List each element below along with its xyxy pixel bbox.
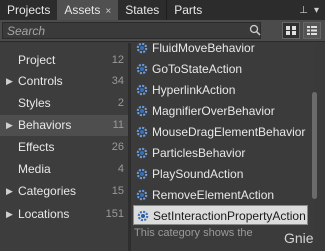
- asset-label: MouseDragElementBehavior: [152, 125, 306, 139]
- asset-item[interactable]: MagnifierOverBehavior: [131, 101, 314, 121]
- asset-item[interactable]: PlaySoundAction: [131, 164, 314, 184]
- category-label: Categories: [18, 184, 77, 198]
- gear-icon: [136, 147, 148, 159]
- category-label: Media: [18, 162, 51, 176]
- asset-item[interactable]: GoToStateAction: [131, 59, 314, 79]
- tab-assets[interactable]: Assets ×: [57, 0, 119, 20]
- category-effects[interactable]: Effects 26: [0, 137, 128, 158]
- tab-projects[interactable]: Projects: [0, 0, 57, 20]
- category-styles[interactable]: Styles 2: [0, 93, 128, 114]
- asset-item[interactable]: ParticlesBehavior: [131, 143, 314, 163]
- category-count: 4: [117, 163, 124, 175]
- category-label: Effects: [18, 140, 55, 154]
- category-count: 2: [117, 97, 124, 109]
- category-count: 151: [105, 208, 124, 220]
- grid-view-button[interactable]: [282, 22, 300, 39]
- asset-label: GoToStateAction: [152, 62, 243, 76]
- gear-icon: [136, 168, 148, 180]
- category-count: 34: [111, 75, 124, 87]
- gear-icon: [136, 189, 148, 201]
- category-label: Styles: [18, 96, 51, 110]
- search-bar: [0, 20, 325, 42]
- expand-arrow-icon[interactable]: ▶: [6, 71, 13, 92]
- category-list: Project 12 ▶ Controls 34 Styles 2 ▶ Beha…: [0, 43, 128, 251]
- scrollbar-thumb[interactable]: [312, 92, 317, 199]
- gear-icon: [136, 63, 148, 75]
- asset-item[interactable]: RemoveElementAction: [131, 185, 314, 205]
- category-description: This category shows the: [134, 227, 253, 239]
- expand-arrow-icon[interactable]: ▶: [6, 204, 13, 225]
- pin-icon[interactable]: ⊥: [299, 5, 308, 16]
- search-input[interactable]: [2, 22, 261, 39]
- asset-label: SetInteractionPropertyAction: [153, 209, 306, 223]
- category-project[interactable]: Project 12: [0, 50, 128, 71]
- asset-item[interactable]: HyperlinkAction: [131, 80, 314, 100]
- category-controls[interactable]: ▶ Controls 34: [0, 71, 128, 92]
- category-count: 11: [112, 119, 124, 131]
- grid-icon: [286, 26, 296, 35]
- category-label: Controls: [18, 74, 63, 88]
- tab-parts[interactable]: Parts: [166, 0, 209, 20]
- gear-icon: [136, 126, 148, 138]
- category-label: Project: [18, 53, 56, 67]
- gear-icon: [137, 210, 149, 222]
- gear-icon: [136, 105, 148, 117]
- asset-label: RemoveElementAction: [152, 188, 275, 202]
- panel-controls: ⊥ ▾: [299, 0, 325, 20]
- category-count: 15: [111, 185, 124, 197]
- close-icon[interactable]: ×: [105, 6, 111, 17]
- category-count: 12: [111, 54, 124, 66]
- tab-states[interactable]: States: [118, 0, 166, 20]
- category-categories[interactable]: ▶ Categories 15: [0, 181, 128, 202]
- watermark: Gnie: [284, 230, 314, 246]
- category-locations[interactable]: ▶ Locations 151: [0, 204, 128, 225]
- asset-label: HyperlinkAction: [152, 83, 236, 97]
- expand-arrow-icon[interactable]: ▶: [6, 115, 13, 136]
- asset-label: ParticlesBehavior: [152, 146, 246, 160]
- search-icon[interactable]: [249, 24, 261, 36]
- category-count: 26: [111, 141, 124, 153]
- tab-assets-label: Assets: [64, 3, 101, 17]
- expand-arrow-icon[interactable]: ▶: [6, 181, 13, 202]
- gear-icon: [136, 43, 148, 54]
- asset-item-selected[interactable]: SetInteractionPropertyAction: [133, 205, 308, 225]
- asset-item[interactable]: MouseDragElementBehavior: [131, 122, 314, 142]
- category-media[interactable]: Media 4: [0, 159, 128, 180]
- gear-icon: [136, 84, 148, 96]
- category-label: Locations: [18, 207, 70, 221]
- list-view-button[interactable]: [303, 22, 321, 39]
- category-behaviors[interactable]: ▶ Behaviors 11: [0, 115, 128, 136]
- category-label: Behaviors: [18, 118, 72, 132]
- asset-label: FluidMoveBehavior: [152, 43, 255, 55]
- list-icon: [307, 26, 317, 35]
- asset-label: PlaySoundAction: [152, 167, 244, 181]
- asset-label: MagnifierOverBehavior: [152, 104, 275, 118]
- dropdown-arrow-icon[interactable]: ▾: [314, 5, 319, 16]
- tab-bar: Projects Assets × States Parts ⊥ ▾: [0, 0, 325, 20]
- asset-list: FluidMoveBehavior GoToStateAction Hyperl…: [131, 43, 314, 251]
- asset-item[interactable]: FluidMoveBehavior: [131, 43, 314, 58]
